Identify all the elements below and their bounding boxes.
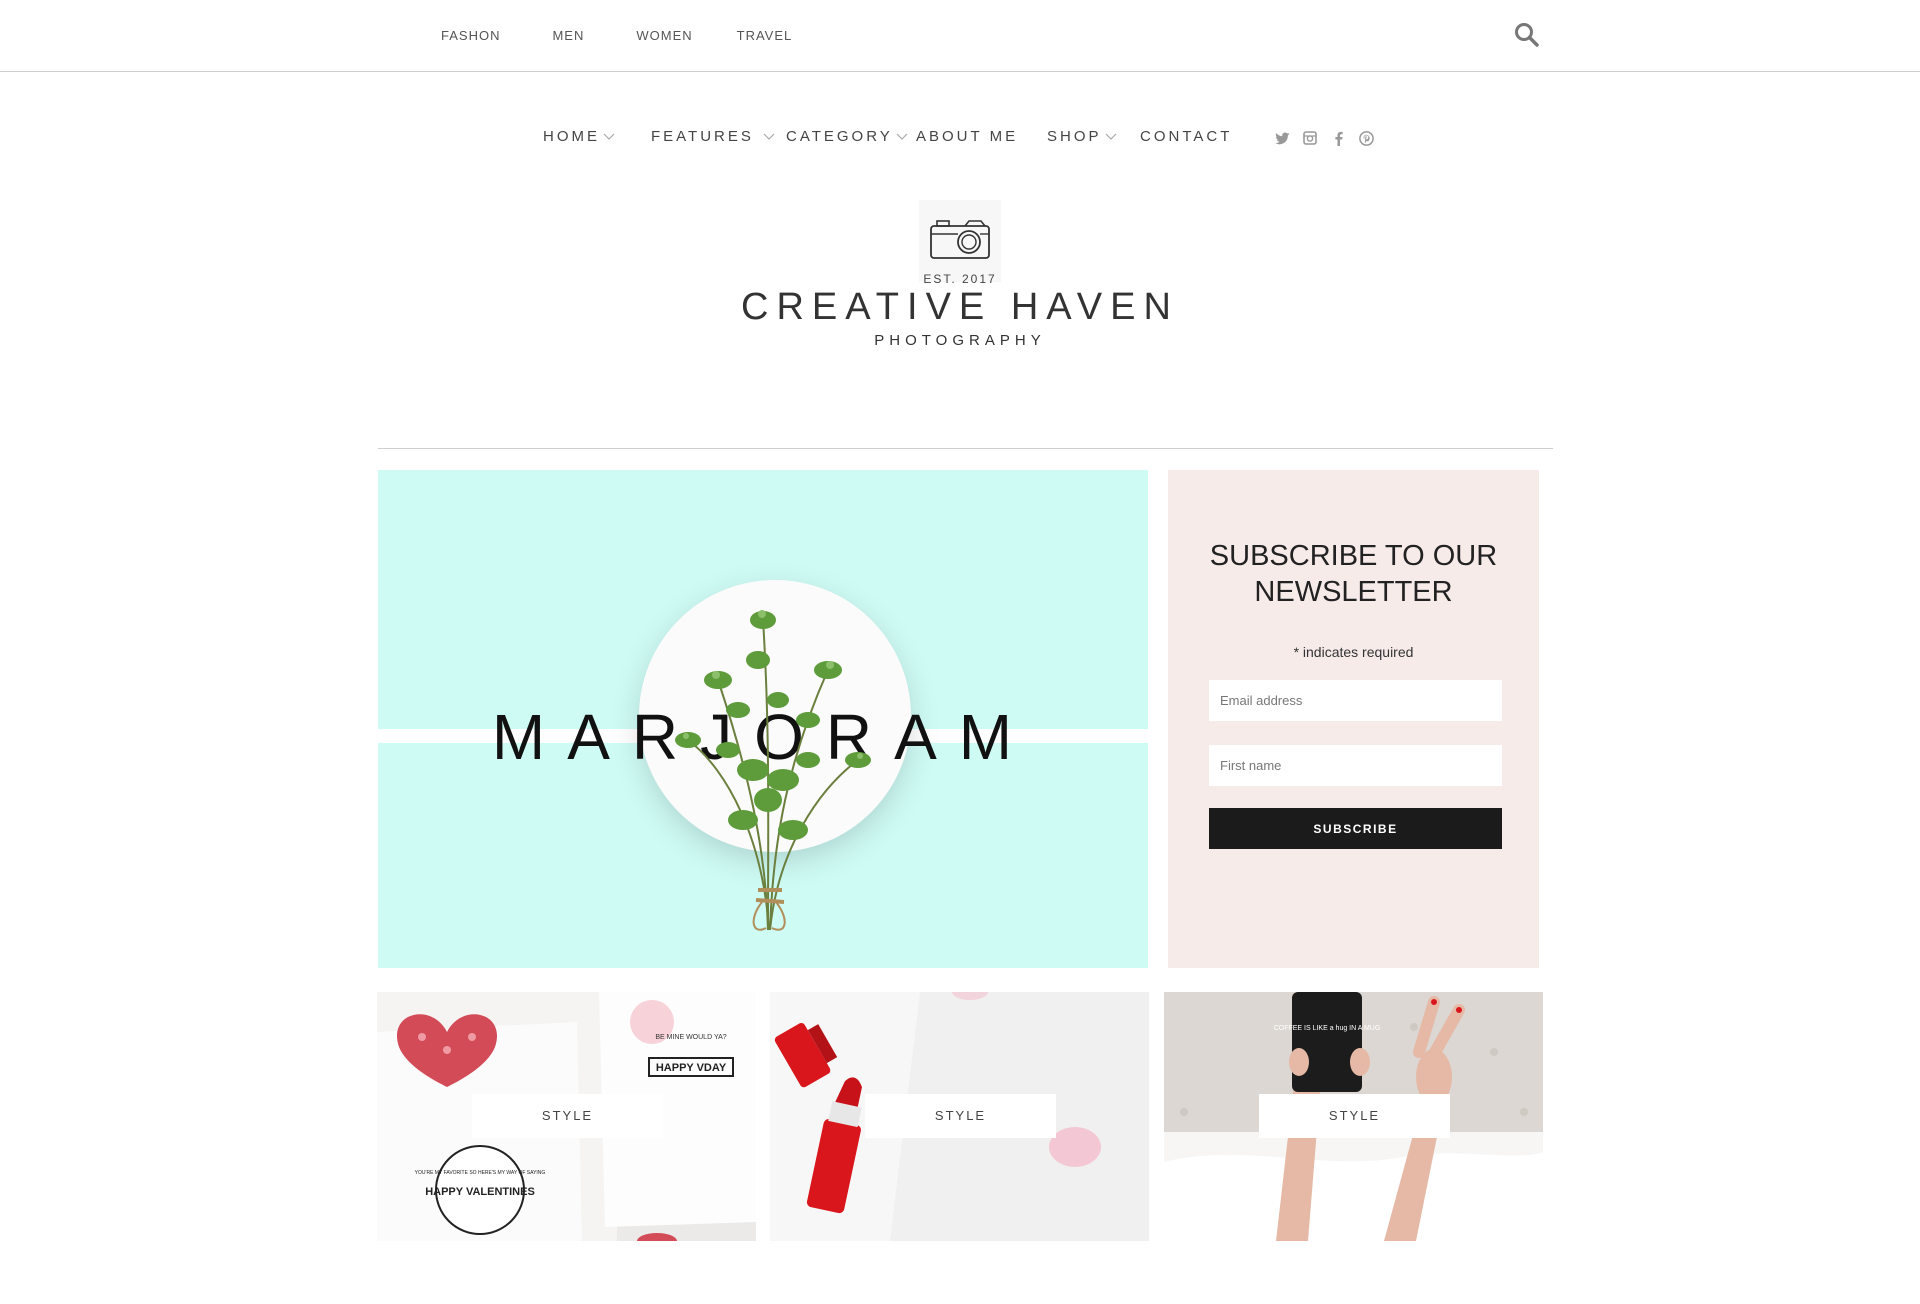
nav-item-label: FEATURES <box>651 128 754 145</box>
search-icon[interactable] <box>1514 22 1542 50</box>
nav-item-label: SHOP <box>1047 128 1102 145</box>
social-links <box>1273 128 1385 148</box>
nav-item-label: ABOUT ME <box>916 128 1019 145</box>
instagram-icon[interactable] <box>1301 129 1319 147</box>
topnav-link-men[interactable]: MEN <box>552 28 584 43</box>
facebook-icon[interactable] <box>1329 129 1347 147</box>
card-text-be-mine: BE MINE WOULD YA? <box>655 1034 726 1041</box>
herb-bouquet-image <box>675 610 871 931</box>
nav-item-label: HOME <box>543 128 600 145</box>
newsletter-title: SUBSCRIBE TO OUR NEWSLETTER <box>1209 540 1498 608</box>
hero-featured-post[interactable]: MARJORAM <box>378 470 1148 968</box>
camera-icon <box>930 220 990 259</box>
top-bar: FASHON MEN WOMEN TRAVEL <box>0 0 1920 72</box>
card-text-happy-vday: HAPPY VDAY <box>656 1062 727 1074</box>
coffee-cup-text: COFFEE IS LIKE a hug IN A MUG <box>1274 1025 1381 1032</box>
topnav-link-women[interactable]: WOMEN <box>636 28 692 43</box>
email-field[interactable] <box>1209 680 1502 721</box>
first-name-field[interactable] <box>1209 745 1502 786</box>
logo-est: EST. 2017 <box>923 272 997 286</box>
nav-item-label: CATEGORY <box>786 128 893 145</box>
subscribe-button[interactable]: SUBSCRIBE <box>1209 808 1502 849</box>
pinterest-icon[interactable] <box>1357 129 1375 147</box>
site-title: CREATIVE HAVEN <box>741 286 1179 328</box>
chevron-down-icon <box>1105 133 1116 140</box>
card-text-favorite: YOU'RE MY FAVORITE SO HERE'S MY WAY OF S… <box>415 1170 546 1176</box>
post-card-2[interactable]: STYLE <box>770 992 1149 1241</box>
post-card-1[interactable]: BE MINE WOULD YA? HAPPY VDAY YOU'RE MY F… <box>377 992 756 1241</box>
topnav-link-travel[interactable]: TRAVEL <box>737 28 793 43</box>
nav-item-home[interactable]: HOME <box>543 128 616 145</box>
header-divider <box>378 448 1553 449</box>
nav-item-category[interactable]: CATEGORY <box>786 128 909 145</box>
card-category-label[interactable]: STYLE <box>472 1094 663 1138</box>
chevron-down-icon <box>896 133 908 140</box>
topnav-link-fashion[interactable]: FASHON <box>441 28 500 43</box>
nav-item-contact[interactable]: CONTACT <box>1140 128 1232 145</box>
nav-item-shop[interactable]: SHOP <box>1047 128 1118 145</box>
top-category-nav: FASHON MEN WOMEN TRAVEL <box>441 28 792 43</box>
card-category-label[interactable]: STYLE <box>865 1094 1056 1138</box>
chevron-down-icon <box>603 133 615 140</box>
nav-item-about[interactable]: ABOUT ME <box>916 128 1018 145</box>
main-nav: HOME FEATURES CATEGORY ABOUT ME SHOP CON… <box>0 128 1920 152</box>
post-card-3[interactable]: COFFEE IS LIKE a hug IN A MUG STYLE <box>1164 992 1543 1241</box>
nav-item-features[interactable]: FEATURES <box>651 128 776 145</box>
twitter-icon[interactable] <box>1273 129 1291 147</box>
site-subtitle: PHOTOGRAPHY <box>874 332 1046 349</box>
newsletter-widget: SUBSCRIBE TO OUR NEWSLETTER * indicates … <box>1168 470 1539 968</box>
chevron-down-icon <box>763 133 775 140</box>
card-category-label[interactable]: STYLE <box>1259 1094 1450 1138</box>
site-logo[interactable]: EST. 2017 CREATIVE HAVEN PHOTOGRAPHY <box>0 196 1920 356</box>
required-note: * indicates required <box>1293 644 1414 660</box>
card-text-happy-valentines: HAPPY VALENTINES <box>425 1186 535 1198</box>
nav-item-label: CONTACT <box>1140 128 1233 145</box>
